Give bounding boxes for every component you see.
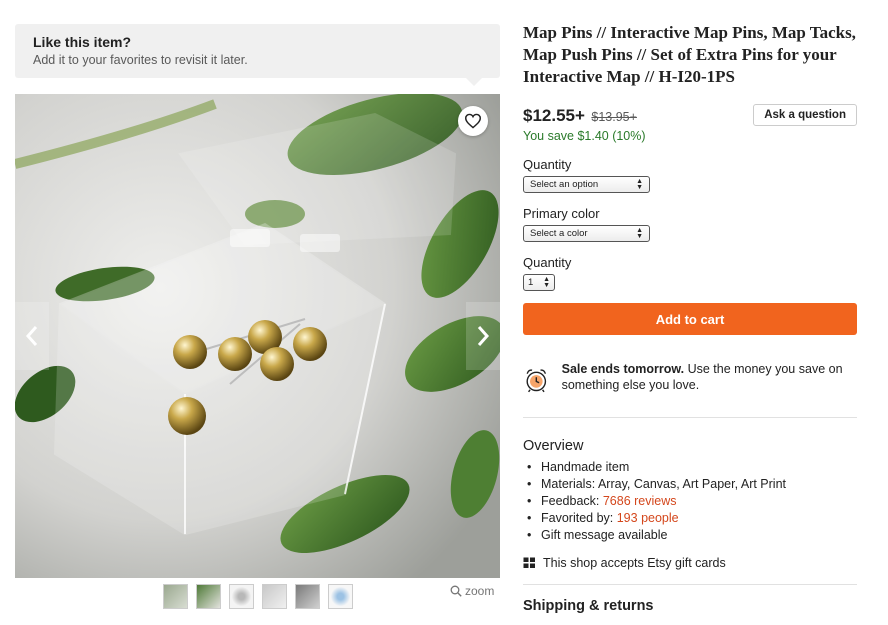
alarm-clock-icon	[526, 369, 547, 393]
original-price: $13.95+	[591, 110, 637, 124]
next-image-button[interactable]	[466, 302, 500, 370]
heart-icon	[464, 113, 482, 129]
thumbnail-4[interactable]	[262, 584, 287, 609]
product-main-image[interactable]	[15, 94, 500, 578]
add-to-cart-button[interactable]: Add to cart	[523, 303, 857, 335]
thumbnail-3[interactable]	[229, 584, 254, 609]
qty-select[interactable]: 1 ▲ ▼	[523, 274, 555, 291]
price: $12.55+	[523, 106, 585, 125]
color-option-select[interactable]: Select a color ▲ ▼	[523, 225, 650, 242]
quantity-option-select[interactable]: Select an option ▲ ▼	[523, 176, 650, 193]
listing-title: Map Pins // Interactive Map Pins, Map Ta…	[523, 23, 856, 86]
qty-value: 1	[528, 277, 534, 288]
quantity-option-value: Select an option	[530, 179, 599, 190]
magnifier-icon	[450, 585, 462, 597]
gift-card-notice: This shop accepts Etsy gift cards	[523, 556, 857, 585]
color-option-label: Primary color	[523, 206, 600, 221]
thumbnail-5[interactable]	[295, 584, 320, 609]
savings-text: You save $1.40 (10%)	[523, 129, 646, 143]
list-item: Favorited by: 193 people	[523, 510, 857, 527]
chevron-left-icon	[25, 326, 38, 346]
list-item: Materials: Array, Canvas, Art Paper, Art…	[523, 476, 857, 493]
listing-details: Map Pins // Interactive Map Pins, Map Ta…	[523, 22, 857, 614]
thumbnail-6[interactable]	[328, 584, 353, 609]
shipping-returns-heading[interactable]: Shipping & returns	[523, 598, 857, 614]
color-option-value: Select a color	[530, 228, 588, 239]
overview-heading: Overview	[523, 438, 584, 454]
thumbnail-2[interactable]	[196, 584, 221, 609]
chevron-right-icon	[477, 326, 490, 346]
favorites-banner-title: Like this item?	[33, 34, 132, 50]
favorites-banner: Like this item? Add it to your favorites…	[15, 24, 500, 86]
list-item: Feedback: 7686 reviews	[523, 493, 857, 510]
thumbnail-1[interactable]	[163, 584, 188, 609]
prev-image-button[interactable]	[15, 302, 49, 370]
product-photo	[15, 94, 500, 578]
gift-card-icon	[523, 557, 535, 568]
select-arrows-icon: ▲ ▼	[636, 226, 643, 240]
favorite-button[interactable]	[458, 106, 488, 136]
favorited-link[interactable]: 193 people	[617, 511, 679, 525]
feedback-label: Feedback:	[541, 494, 603, 508]
list-item: Handmade item	[523, 459, 857, 476]
gift-card-text: This shop accepts Etsy gift cards	[543, 556, 726, 570]
sale-headline: Sale ends tomorrow.	[561, 362, 685, 376]
list-item: Gift message available	[523, 527, 857, 544]
qty-label: Quantity	[523, 255, 572, 270]
price-row: $12.55+ $13.95+ Ask a question	[523, 104, 857, 128]
zoom-button[interactable]: zoom	[450, 584, 494, 598]
thumbnail-strip	[163, 584, 353, 609]
favorited-label: Favorited by:	[541, 511, 617, 525]
sale-text: Sale ends tomorrow. Use the money you sa…	[562, 361, 857, 393]
favorites-banner-subtitle: Add it to your favorites to revisit it l…	[33, 53, 248, 67]
select-arrows-icon: ▲ ▼	[543, 275, 550, 289]
zoom-label: zoom	[465, 584, 495, 598]
quantity-option-label: Quantity	[523, 157, 572, 172]
sale-notice: Sale ends tomorrow. Use the money you sa…	[523, 361, 857, 418]
select-arrows-icon: ▲ ▼	[636, 177, 643, 191]
reviews-link[interactable]: 7686 reviews	[603, 494, 677, 508]
ask-question-button[interactable]: Ask a question	[753, 104, 857, 126]
overview-list: Handmade item Materials: Array, Canvas, …	[523, 459, 857, 544]
